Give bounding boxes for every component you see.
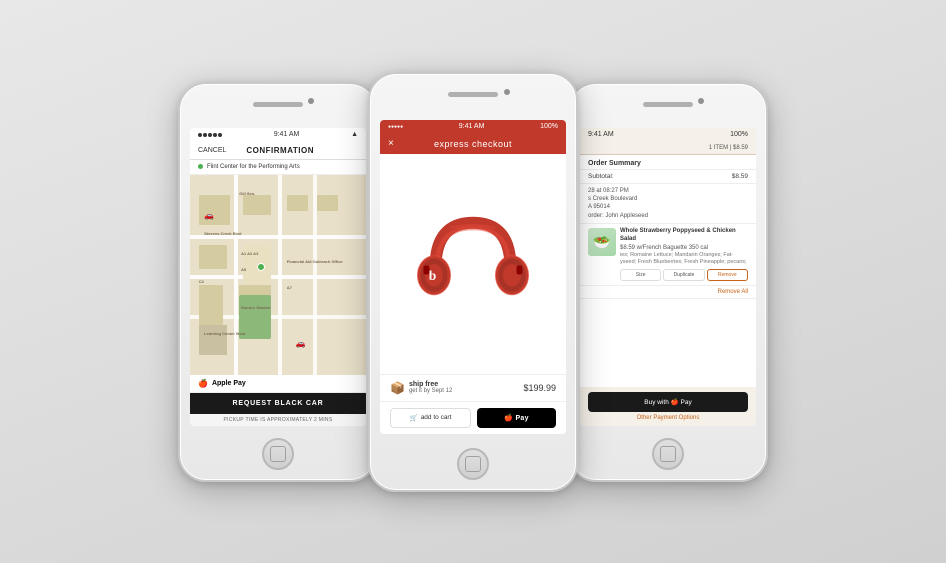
shipping-info: 📦 ship free get it by Sept 12 $199.99 (380, 374, 566, 402)
size-button[interactable]: Size (620, 269, 661, 281)
item-count: 1 ITEM | $8.59 (709, 145, 748, 151)
checkout-header: × express checkout (380, 134, 566, 154)
subtotal-value: $8.59 (732, 173, 748, 180)
phone-order: 9:41 AM 100% 1 ITEM | $8.59 Order Summar… (568, 82, 768, 482)
earpiece-uber (253, 102, 303, 107)
uber-wifi: ▲ (351, 131, 358, 138)
item-price: $8.59 w/French Baguette 350 cal (620, 245, 748, 251)
pickup-time-text: PICKUP TIME IS APPROXIMATELY 2 MINS (190, 414, 366, 426)
order-content: Order Summary Subtotal: $8.59 28 at 08:2… (580, 155, 756, 387)
cart-icon: 🛒 (410, 414, 418, 422)
close-button[interactable]: × (388, 139, 394, 149)
order-summary-title: Order Summary (580, 155, 756, 170)
screen-checkout: ●●●●● 9:41 AM 100% × express checkout (380, 120, 566, 434)
home-button-order[interactable] (652, 438, 684, 470)
phone-uber: 9:41 AM ▲ CANCEL CONFIRMATION Flint Cent… (178, 82, 378, 482)
camera-uber (308, 98, 314, 104)
screen-order: 9:41 AM 100% 1 ITEM | $8.59 Order Summar… (580, 128, 756, 426)
destination-dot (198, 164, 203, 169)
request-black-car-button[interactable]: REQUEST BLACK CAR (190, 393, 366, 414)
add-to-cart-label: add to cart (421, 414, 452, 421)
order-header: 1 ITEM | $8.59 (580, 142, 756, 155)
phone-checkout: ●●●●● 9:41 AM 100% × express checkout (368, 72, 578, 492)
order-status-bar: 9:41 AM 100% (580, 128, 756, 142)
apple-pay-label: Apple Pay (212, 380, 246, 387)
remove-all-button[interactable]: Remove All (580, 286, 756, 299)
uber-apple-pay-row: 🍎 Apple Pay (190, 375, 366, 393)
item-thumbnail: 🥗 (588, 228, 616, 256)
subtotal-row: Subtotal: $8.59 (580, 170, 756, 184)
order-time: 9:41 AM (588, 131, 614, 138)
home-button-checkout[interactable] (457, 448, 489, 480)
confirmation-title: CONFIRMATION (246, 146, 314, 155)
uber-header: CANCEL CONFIRMATION (190, 142, 366, 160)
home-button-uber[interactable] (262, 438, 294, 470)
item-actions: Size Duplicate Remove (620, 269, 748, 281)
order-meta: 28 at 08:27 PM s Creek Boulevard A 95014… (580, 184, 756, 225)
car-icon-2: 🚗 (296, 339, 306, 348)
svg-text:b: b (429, 267, 437, 282)
duplicate-button[interactable]: Duplicate (663, 269, 704, 281)
uber-time: 9:41 AM (274, 131, 300, 138)
item-name: Whole Strawberry Poppyseed & Chicken Sal… (620, 228, 748, 244)
checkout-battery: 100% (540, 123, 558, 130)
buy-with-apple-pay-button[interactable]: Buy with 🍎 Pay (588, 392, 748, 412)
order-item: 🥗 Whole Strawberry Poppyseed & Chicken S… (580, 224, 756, 286)
uber-status-bar: 9:41 AM ▲ (190, 128, 366, 142)
checkout-status-bar: ●●●●● 9:41 AM 100% (380, 120, 566, 134)
checkout-actions: 🛒 add to cart 🍎 Pay (380, 402, 566, 434)
product-display: b (380, 154, 566, 374)
product-price: $199.99 (523, 383, 556, 393)
shipping-icon: 📦 (390, 381, 405, 395)
destination-text: Flint Center for the Performing Arts (207, 164, 300, 170)
uber-map: 🚗 🚗 Stevens Creek Blvd A1 A2 A3 A5 A7 C2… (190, 175, 366, 375)
buy-label: Buy with 🍎 Pay (644, 398, 691, 406)
earpiece-checkout (448, 92, 498, 97)
other-payment-options[interactable]: Other Payment Options (588, 415, 748, 421)
phones-container: 9:41 AM ▲ CANCEL CONFIRMATION Flint Cent… (178, 72, 768, 492)
uber-destination: Flint Center for the Performing Arts (190, 160, 366, 175)
subtotal-label: Subtotal: (588, 173, 614, 180)
ship-free-label: ship free (409, 381, 452, 388)
car-icon-1: 🚗 (204, 211, 214, 220)
screen-uber: 9:41 AM ▲ CANCEL CONFIRMATION Flint Cent… (190, 128, 366, 426)
apple-pay-button[interactable]: 🍎 Pay (477, 408, 556, 428)
apple-pay-btn-label: 🍎 Pay (504, 414, 529, 422)
checkout-title: express checkout (434, 139, 512, 149)
camera-checkout (504, 89, 510, 95)
camera-order (698, 98, 704, 104)
remove-button[interactable]: Remove (707, 269, 748, 281)
ship-date-label: get it by Sept 12 (409, 388, 452, 394)
add-to-cart-button[interactable]: 🛒 add to cart (390, 408, 471, 428)
earpiece-order (643, 102, 693, 107)
checkout-time: 9:41 AM (459, 123, 485, 130)
headphones-image: b (413, 204, 533, 324)
item-description: ies; Romaine Lettuce; Mandarin Oranges; … (620, 252, 748, 266)
map-pin (257, 263, 265, 271)
order-battery: 100% (730, 131, 748, 138)
cancel-button[interactable]: CANCEL (198, 147, 226, 154)
signal-dots (198, 133, 222, 137)
order-footer: Buy with 🍎 Pay Other Payment Options (580, 387, 756, 426)
